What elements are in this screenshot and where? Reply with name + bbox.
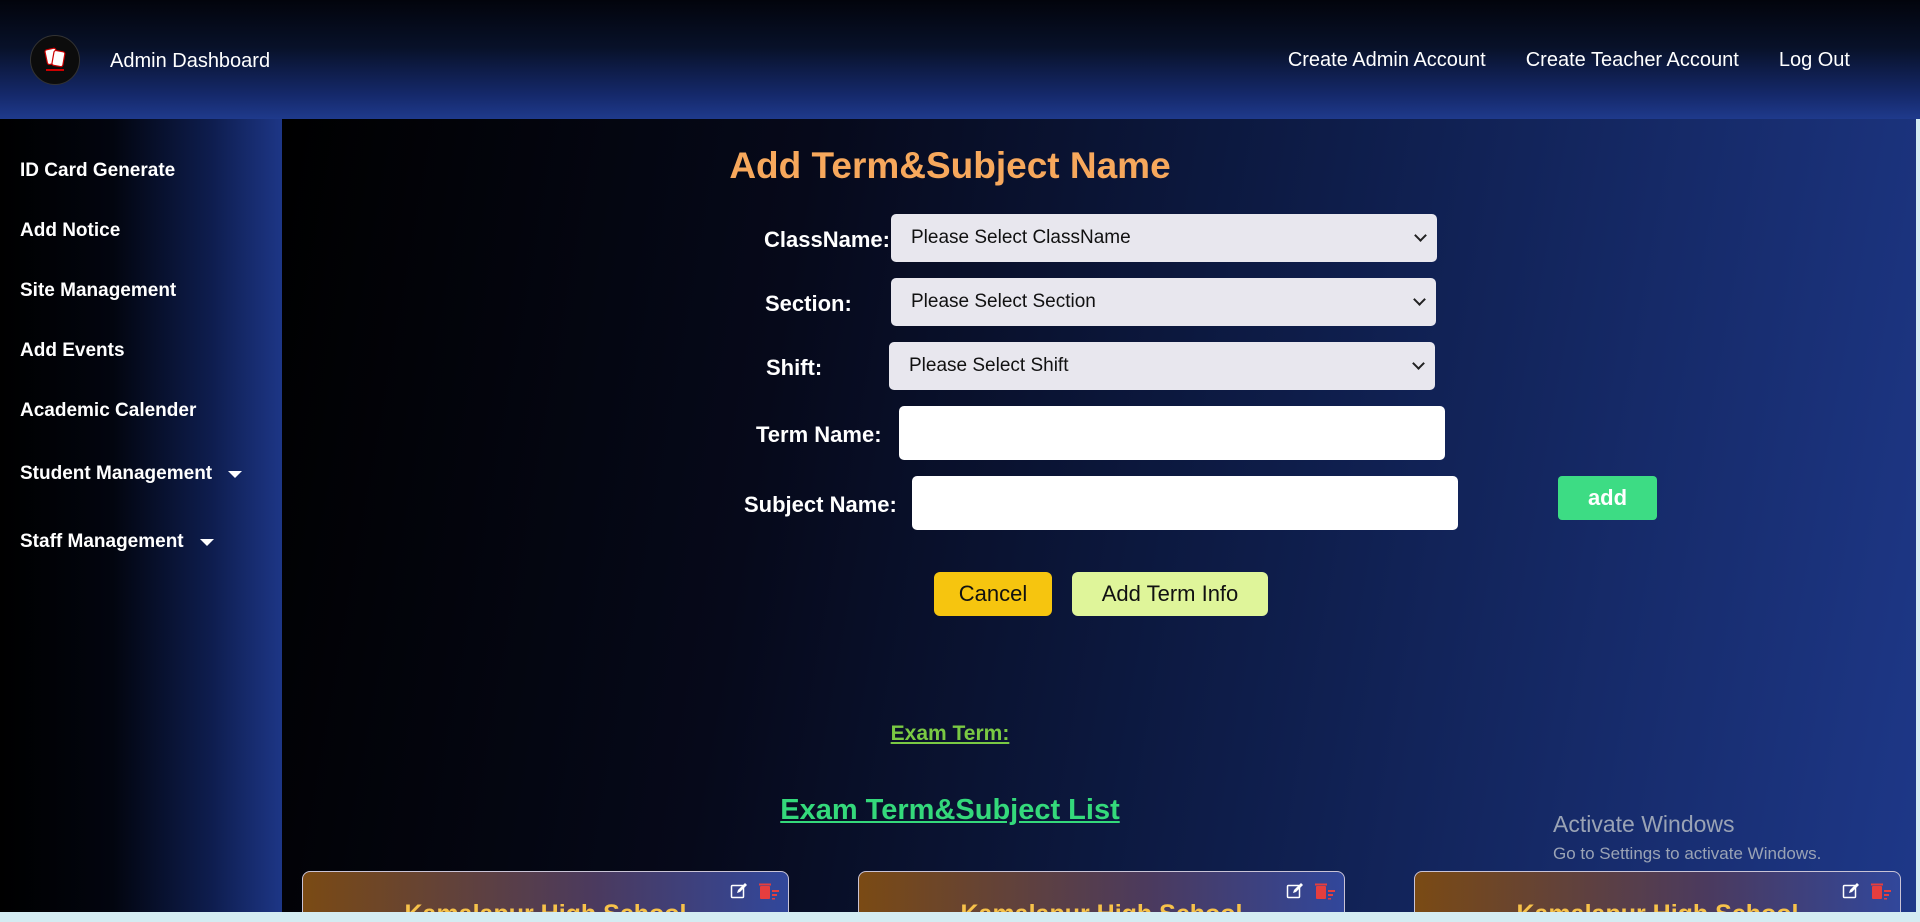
sidebar-item-label: Add Notice bbox=[20, 220, 121, 241]
sidebar-item-add-events[interactable]: Add Events bbox=[20, 340, 125, 362]
add-term-info-button[interactable]: Add Term Info bbox=[1072, 572, 1268, 616]
card-actions bbox=[730, 882, 780, 900]
create-admin-account-link[interactable]: Create Admin Account bbox=[1288, 49, 1486, 72]
shift-label: Shift: bbox=[766, 355, 823, 380]
caret-down-icon bbox=[228, 470, 243, 478]
page-title: Add Term&Subject Name bbox=[729, 145, 1171, 186]
logo-icon bbox=[44, 47, 66, 71]
sidebar-item-add-notice[interactable]: Add Notice bbox=[20, 220, 120, 242]
edit-icon[interactable] bbox=[1286, 882, 1304, 900]
windows-activation-watermark: Activate Windows Go to Settings to activ… bbox=[1553, 811, 1821, 864]
watermark-subtitle: Go to Settings to activate Windows. bbox=[1553, 844, 1822, 863]
classname-label: ClassName: bbox=[764, 227, 890, 252]
log-out-link[interactable]: Log Out bbox=[1779, 49, 1850, 72]
subject-name-label: Subject Name: bbox=[744, 492, 897, 517]
chevron-down-icon bbox=[1412, 357, 1425, 370]
delete-icon[interactable] bbox=[758, 882, 780, 900]
sidebar-item-label: Add Events bbox=[20, 340, 125, 361]
section-label: Section: bbox=[765, 291, 852, 316]
shift-select[interactable]: Please Select Shift bbox=[889, 342, 1435, 390]
sidebar-item-student-management[interactable]: Student Management bbox=[20, 463, 243, 485]
sidebar-item-label: Staff Management bbox=[20, 531, 184, 552]
top-navbar: Admin Dashboard Create Admin Account Cre… bbox=[0, 0, 1920, 119]
shift-select-value: Please Select Shift bbox=[909, 355, 1069, 376]
sidebar-item-id-card-generate[interactable]: ID Card Generate bbox=[20, 160, 175, 182]
edit-icon[interactable] bbox=[730, 882, 748, 900]
sidebar-item-label: Site Management bbox=[20, 280, 177, 301]
horizontal-scrollbar[interactable] bbox=[0, 912, 1920, 922]
app-logo[interactable] bbox=[30, 35, 80, 85]
sidebar-item-staff-management[interactable]: Staff Management bbox=[20, 531, 214, 553]
classname-select-value: Please Select ClassName bbox=[911, 227, 1131, 248]
app-title: Admin Dashboard bbox=[110, 50, 271, 72]
sidebar: ID Card Generate Add Notice Site Managem… bbox=[0, 119, 282, 922]
term-name-label: Term Name: bbox=[756, 422, 882, 447]
card-actions bbox=[1286, 882, 1336, 900]
watermark-title: Activate Windows bbox=[1553, 811, 1735, 837]
vertical-scrollbar[interactable] bbox=[1916, 119, 1920, 912]
card-actions bbox=[1842, 882, 1892, 900]
chevron-down-icon bbox=[1413, 293, 1426, 306]
delete-icon[interactable] bbox=[1870, 882, 1892, 900]
subject-name-input[interactable] bbox=[912, 476, 1458, 530]
sidebar-item-label: ID Card Generate bbox=[20, 160, 176, 181]
exam-term-heading: Exam Term: bbox=[890, 722, 1010, 745]
add-subject-button[interactable]: add bbox=[1558, 476, 1657, 520]
exam-list-title: Exam Term&Subject List bbox=[780, 794, 1120, 826]
classname-select[interactable]: Please Select ClassName bbox=[891, 214, 1437, 262]
cancel-button[interactable]: Cancel bbox=[934, 572, 1052, 616]
main-content: Add Term&Subject Name ClassName: Please … bbox=[282, 119, 1920, 922]
sidebar-item-label: Student Management bbox=[20, 463, 213, 484]
section-select[interactable]: Please Select Section bbox=[891, 278, 1436, 326]
create-teacher-account-link[interactable]: Create Teacher Account bbox=[1526, 49, 1739, 72]
sidebar-item-academic-calender[interactable]: Academic Calender bbox=[20, 400, 196, 422]
delete-icon[interactable] bbox=[1314, 882, 1336, 900]
sidebar-item-site-management[interactable]: Site Management bbox=[20, 280, 176, 302]
sidebar-item-label: Academic Calender bbox=[20, 400, 197, 421]
caret-down-icon bbox=[199, 538, 214, 546]
edit-icon[interactable] bbox=[1842, 882, 1860, 900]
top-nav-links: Create Admin Account Create Teacher Acco… bbox=[1288, 49, 1850, 72]
section-select-value: Please Select Section bbox=[911, 291, 1096, 312]
chevron-down-icon bbox=[1414, 229, 1427, 242]
term-name-input[interactable] bbox=[899, 406, 1445, 460]
